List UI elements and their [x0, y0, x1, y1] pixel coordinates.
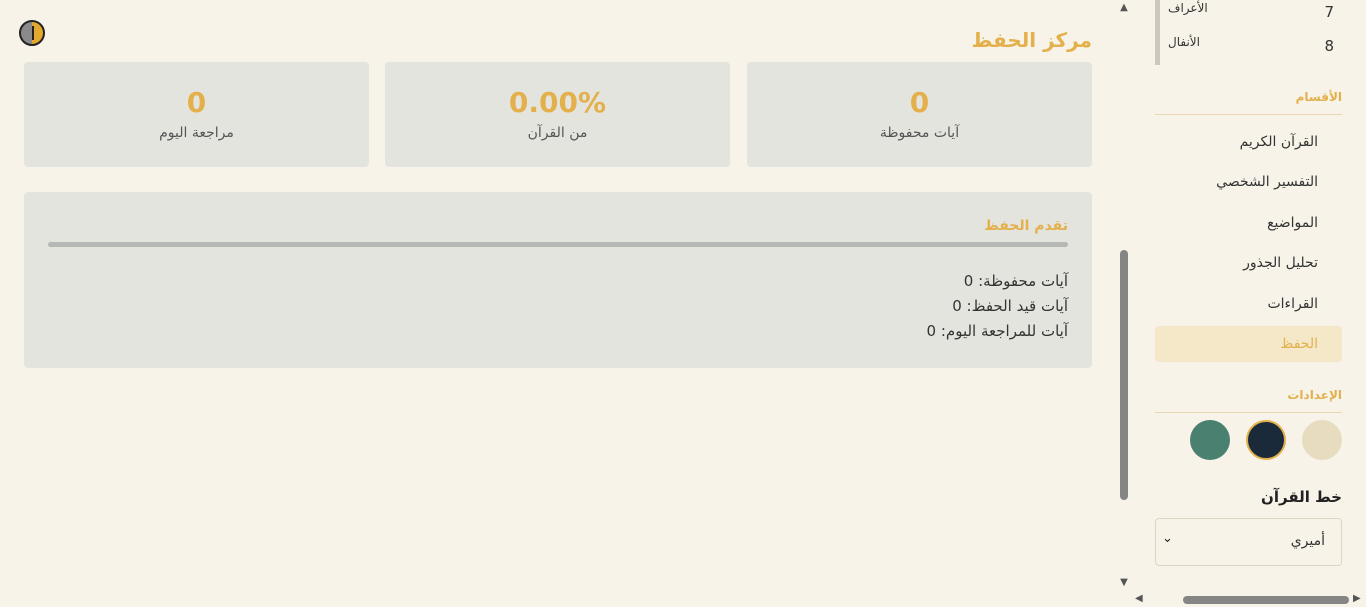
divider [1155, 412, 1342, 413]
stat-label: آيات محفوظة [879, 125, 960, 141]
theme-toggle-icon[interactable] [19, 20, 45, 46]
sections-heading: الأقسام [1295, 90, 1342, 104]
stat-card-percent: 0.00% من القرآن [385, 62, 730, 167]
progress-in-progress: آيات قيد الحفظ: 0 [952, 297, 1068, 315]
stat-label: مراجعة اليوم [159, 125, 234, 141]
nav-item-personal-tafsir[interactable]: التفسير الشخصي [1155, 164, 1342, 200]
scroll-corner [1117, 593, 1131, 607]
quran-font-heading: خط القرآن [1261, 488, 1342, 506]
quran-font-select[interactable]: أميري ⌄ [1155, 518, 1342, 566]
nav-item-roots[interactable]: تحليل الجذور [1155, 245, 1342, 281]
nav-item-quran[interactable]: القرآن الكريم [1155, 124, 1342, 160]
surah-item[interactable]: 8 الأنفال [1155, 31, 1342, 65]
surah-name: الأنفال [1168, 35, 1200, 49]
theme-swatch-green[interactable] [1190, 420, 1230, 460]
scrollbar-thumb[interactable] [1183, 596, 1349, 604]
progress-review: آيات للمراجعة اليوم: 0 [926, 322, 1068, 340]
settings-heading: الإعدادات [1287, 388, 1342, 402]
scroll-up-icon[interactable]: ▲ [1119, 2, 1129, 13]
surah-number: 8 [1324, 37, 1334, 55]
stat-value: 0.00% [508, 86, 607, 119]
progress-panel: تقدم الحفظ آيات محفوظة: 0 آيات قيد الحفظ… [24, 192, 1092, 368]
sidebar: 7 الأعراف 8 الأنفال الأقسام القرآن الكري… [1131, 0, 1366, 607]
theme-swatch-light[interactable] [1302, 420, 1342, 460]
stat-value: 0 [909, 86, 930, 119]
font-select-value: أميري [1290, 533, 1325, 549]
scroll-right-icon[interactable]: ▶ [1353, 593, 1361, 604]
main-scrollbar[interactable]: ▲ ▼ [1117, 0, 1131, 593]
progress-bar [48, 242, 1068, 247]
surah-number: 7 [1324, 3, 1334, 21]
page-title: مركز الحفظ [971, 28, 1092, 52]
nav-item-memorization[interactable]: الحفظ [1155, 326, 1342, 362]
scroll-left-icon[interactable]: ◀ [1135, 593, 1143, 604]
progress-title: تقدم الحفظ [984, 218, 1068, 234]
surah-item[interactable]: 7 الأعراف [1155, 0, 1342, 31]
progress-memorized: آيات محفوظة: 0 [963, 272, 1068, 290]
scrollbar-thumb[interactable] [1120, 250, 1128, 500]
stat-card-memorized: 0 آيات محفوظة [747, 62, 1092, 167]
surah-name: الأعراف [1168, 1, 1208, 15]
nav-item-topics[interactable]: المواضيع [1155, 205, 1342, 241]
stat-value: 0 [186, 86, 207, 119]
chevron-down-icon: ⌄ [1162, 531, 1173, 546]
scroll-down-icon[interactable]: ▼ [1119, 577, 1129, 588]
theme-swatch-dark[interactable] [1246, 420, 1286, 460]
stat-label: من القرآن [527, 125, 588, 141]
divider [1155, 114, 1342, 115]
sidebar-horizontal-scrollbar[interactable]: ◀ ▶ [1131, 593, 1366, 607]
nav-item-readings[interactable]: القراءات [1155, 286, 1342, 322]
stat-card-review: 0 مراجعة اليوم [24, 62, 369, 167]
